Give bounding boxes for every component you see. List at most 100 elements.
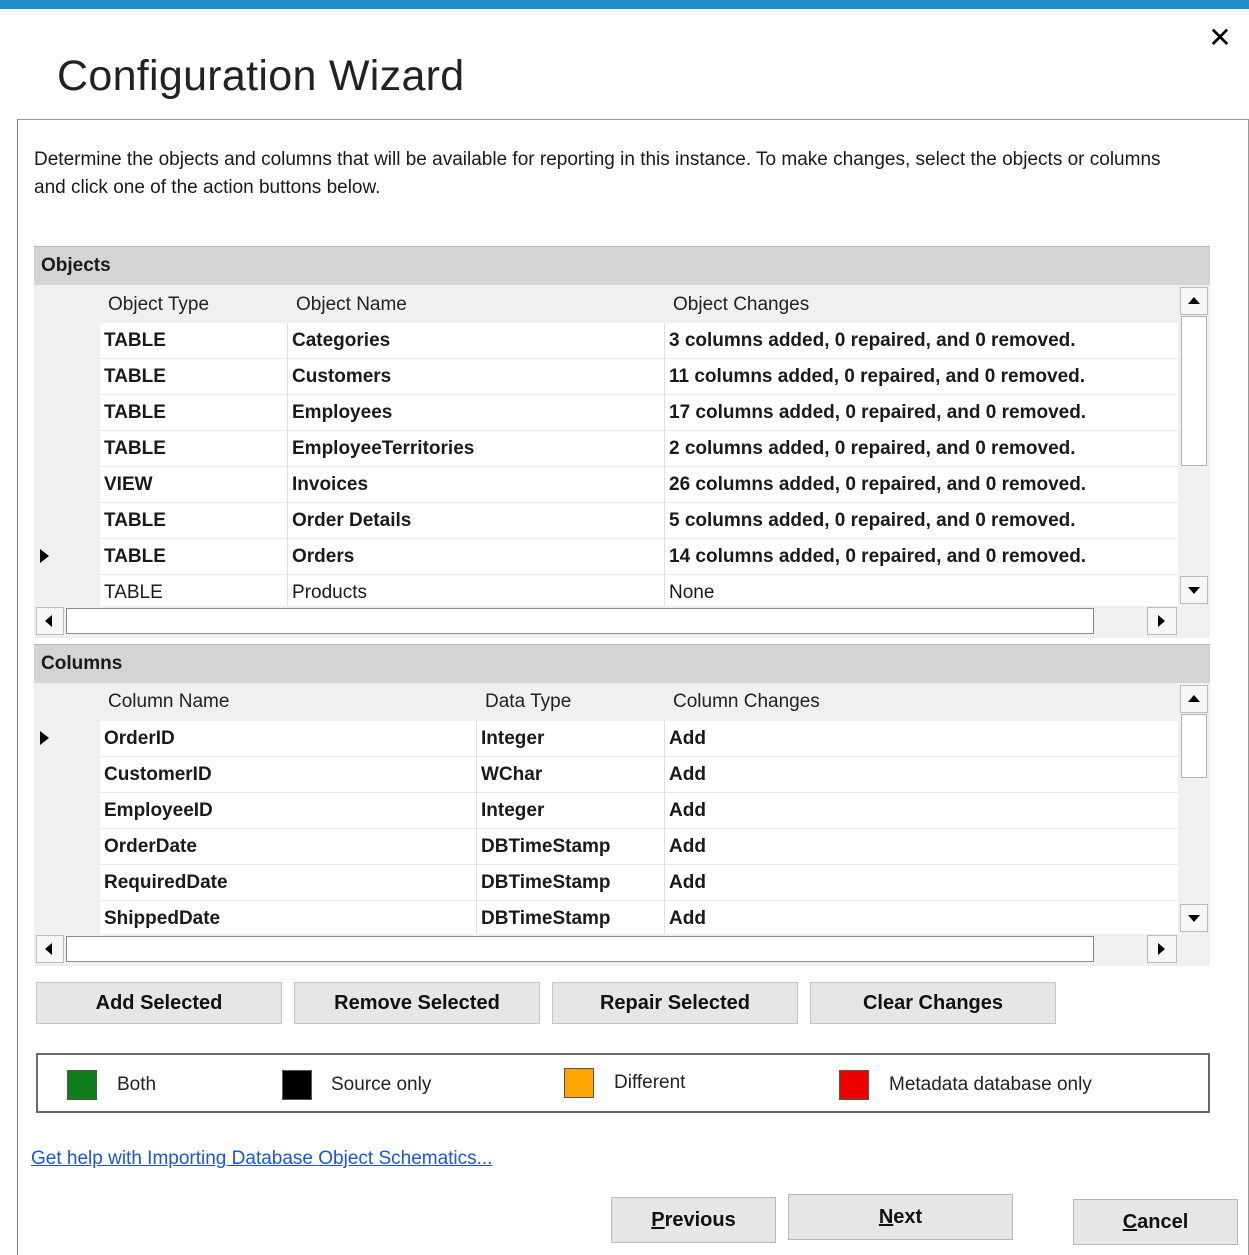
column-separator — [476, 757, 477, 792]
column-separator — [664, 323, 665, 358]
object-changes-cell: 3 columns added, 0 repaired, and 0 remov… — [669, 330, 1076, 351]
columns-scroll-down-button[interactable] — [1180, 904, 1208, 932]
columns-scroll-thumb[interactable] — [1181, 714, 1207, 778]
columns-scroll-right-button[interactable] — [1147, 935, 1177, 963]
scroll-up-icon — [1188, 297, 1200, 304]
legend-label-both: Both — [117, 1074, 157, 1095]
cancel-button[interactable]: Cancel — [1073, 1199, 1238, 1245]
current-row-arrow-icon — [40, 549, 49, 563]
repair-selected-button[interactable]: Repair Selected — [552, 982, 798, 1024]
add-selected-button[interactable]: Add Selected — [36, 982, 282, 1024]
legend-swatch-both — [67, 1070, 97, 1100]
description-text: Determine the objects and columns that w… — [34, 149, 1161, 198]
objects-scroll-down-button[interactable] — [1180, 576, 1208, 604]
column-separator — [664, 467, 665, 502]
columns-table-row[interactable] — [100, 757, 1178, 793]
next-button[interactable]: Next — [788, 1194, 1013, 1240]
columns-scroll-left-button[interactable] — [36, 935, 64, 963]
column-change-cell: Add — [669, 836, 706, 857]
column-name-cell: EmployeeID — [104, 800, 213, 821]
objects-scroll-up-button[interactable] — [1180, 287, 1208, 315]
legend-label-metadata-only: Metadata database only — [889, 1074, 1092, 1095]
objects-horizontal-thumb[interactable] — [66, 608, 1094, 634]
object-type-cell: TABLE — [104, 438, 166, 459]
column-data-type-cell: Integer — [481, 728, 545, 749]
objects-group-label: Objects — [41, 255, 111, 276]
column-name-cell: OrderDate — [104, 836, 197, 857]
object-name-cell: Customers — [292, 366, 392, 387]
column-separator — [287, 323, 288, 358]
objects-scroll-thumb[interactable] — [1181, 316, 1207, 466]
column-separator — [476, 793, 477, 828]
column-data-type-cell: DBTimeStamp — [481, 908, 611, 929]
column-separator — [664, 395, 665, 430]
columns-group-header: Columns — [34, 644, 1210, 683]
columns-table-row[interactable] — [100, 901, 1178, 937]
columns-horizontal-thumb[interactable] — [66, 936, 1094, 962]
column-data-type-cell: DBTimeStamp — [481, 836, 611, 857]
object-type-cell: TABLE — [104, 510, 166, 531]
columns-header-column-changes[interactable]: Column Changes — [673, 683, 820, 721]
legend-swatch-source-only — [282, 1070, 312, 1100]
scroll-left-icon — [45, 943, 52, 955]
column-separator — [476, 829, 477, 864]
object-changes-cell: 5 columns added, 0 repaired, and 0 remov… — [669, 510, 1076, 531]
object-name-cell: Employees — [292, 402, 393, 423]
close-icon[interactable]: ✕ — [1204, 22, 1236, 54]
column-change-cell: Add — [669, 764, 706, 785]
column-separator — [664, 431, 665, 466]
help-link[interactable]: Get help with Importing Database Object … — [31, 1148, 493, 1170]
columns-header-column-name[interactable]: Column Name — [108, 683, 229, 721]
objects-scroll-right-button[interactable] — [1147, 607, 1177, 635]
object-name-cell: Products — [292, 582, 367, 603]
page-title: Configuration Wizard — [57, 52, 465, 100]
column-name-cell: ShippedDate — [104, 908, 221, 929]
clear-changes-button[interactable]: Clear Changes — [810, 982, 1056, 1024]
columns-table-row[interactable] — [100, 829, 1178, 865]
object-changes-cell: 11 columns added, 0 repaired, and 0 remo… — [669, 366, 1086, 387]
objects-header-object-name[interactable]: Object Name — [296, 286, 407, 324]
configuration-wizard-window: ✕ Configuration Wizard Determine the obj… — [0, 0, 1249, 1255]
column-separator — [476, 901, 477, 936]
column-separator — [664, 793, 665, 828]
column-name-cell: OrderID — [104, 728, 175, 749]
objects-header-object-changes[interactable]: Object Changes — [673, 286, 809, 324]
column-separator — [287, 431, 288, 466]
scroll-down-icon — [1188, 587, 1200, 594]
column-separator — [664, 721, 665, 756]
objects-scroll-left-button[interactable] — [36, 607, 64, 635]
column-separator — [664, 503, 665, 538]
object-changes-cell: 17 columns added, 0 repaired, and 0 remo… — [669, 402, 1087, 423]
previous-button[interactable]: Previous — [611, 1197, 776, 1243]
columns-header-data-type[interactable]: Data Type — [485, 683, 571, 721]
column-data-type-cell: DBTimeStamp — [481, 872, 611, 893]
object-changes-cell: 2 columns added, 0 repaired, and 0 remov… — [669, 438, 1076, 459]
columns-scroll-up-button[interactable] — [1180, 685, 1208, 713]
column-data-type-cell: Integer — [481, 800, 545, 821]
object-type-cell: TABLE — [104, 366, 166, 387]
object-type-cell: TABLE — [104, 330, 166, 351]
scroll-up-icon — [1188, 695, 1200, 702]
scroll-left-icon — [45, 615, 52, 627]
window-top-border — [0, 0, 1249, 9]
remove-selected-button[interactable]: Remove Selected — [294, 982, 540, 1024]
object-name-cell: Orders — [292, 546, 355, 567]
legend-label-source-only: Source only — [331, 1074, 432, 1095]
scroll-right-icon — [1158, 943, 1165, 955]
object-name-cell: EmployeeTerritories — [292, 438, 475, 459]
object-name-cell: Invoices — [292, 474, 369, 495]
columns-table-row[interactable] — [100, 721, 1178, 757]
column-separator — [664, 539, 665, 574]
column-change-cell: Add — [669, 908, 706, 929]
column-separator — [476, 865, 477, 900]
scroll-down-icon — [1188, 915, 1200, 922]
objects-header-object-type[interactable]: Object Type — [108, 286, 209, 324]
column-separator — [664, 901, 665, 936]
columns-group-label: Columns — [41, 653, 123, 674]
column-name-cell: CustomerID — [104, 764, 212, 785]
column-separator — [664, 575, 665, 610]
object-type-cell: TABLE — [104, 402, 166, 423]
columns-table-row[interactable] — [100, 793, 1178, 829]
objects-group-header: Objects — [34, 246, 1210, 285]
columns-table-row[interactable] — [100, 865, 1178, 901]
